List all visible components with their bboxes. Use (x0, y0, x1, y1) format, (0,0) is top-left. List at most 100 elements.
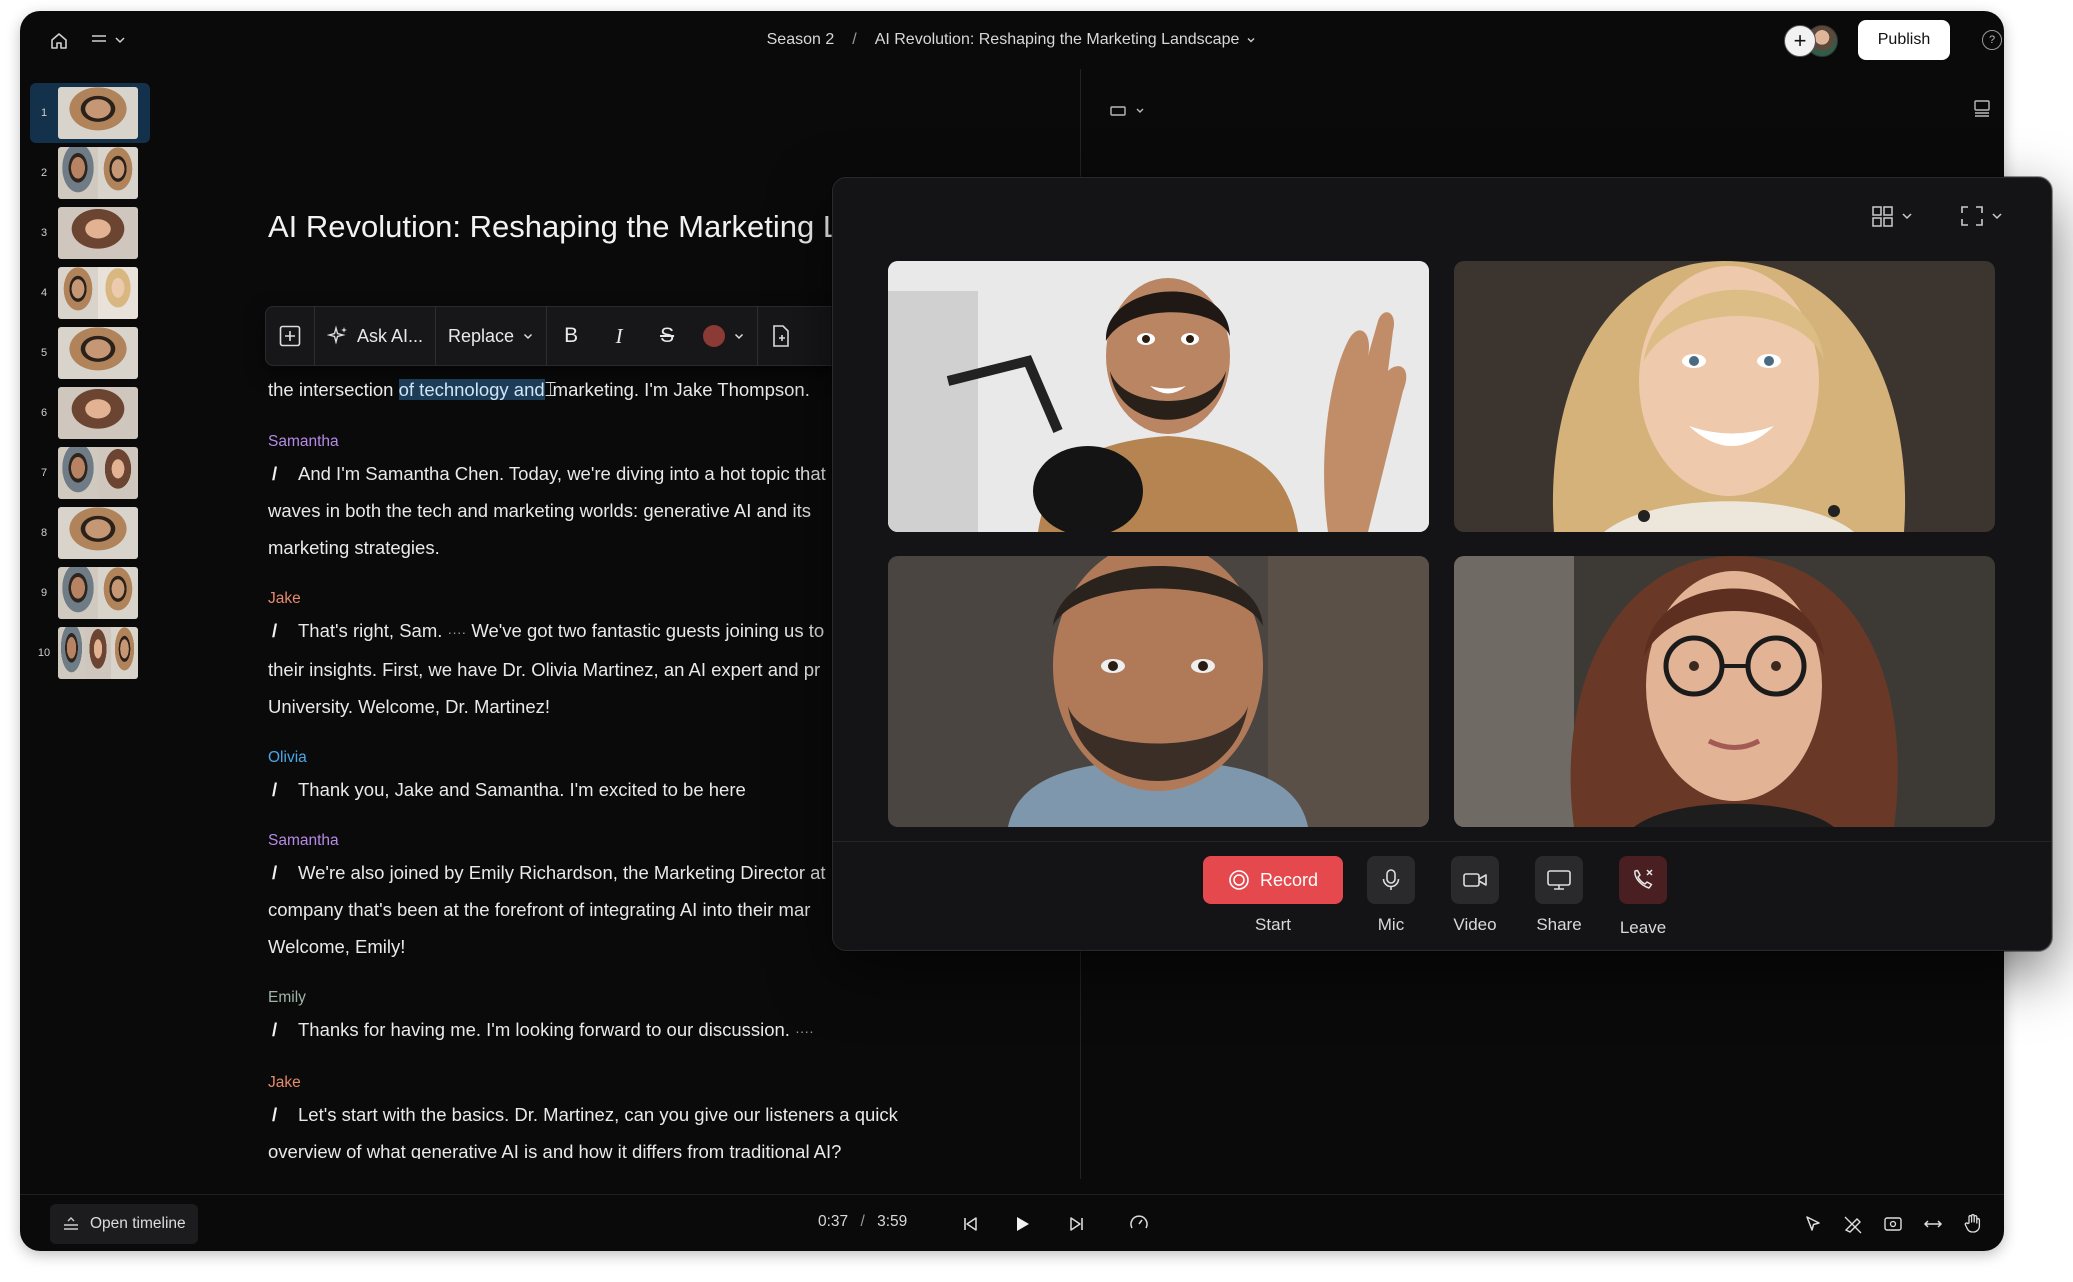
participant-video (1454, 261, 1995, 532)
slash-marker: / (272, 620, 278, 641)
transcript-line[interactable]: University. Welcome, Dr. Martinez! (268, 688, 850, 725)
transcript-text: We're also joined by Emily Richardson, t… (298, 862, 826, 883)
insert-block-button[interactable] (266, 307, 314, 365)
playback-speed-icon[interactable] (1126, 1211, 1152, 1237)
transcript-line[interactable]: / And I'm Samantha Chen. Today, we're div… (268, 455, 850, 492)
participant-video-tile[interactable] (1454, 556, 1995, 827)
slide-number: 10 (37, 647, 51, 659)
selected-text[interactable]: of technology and (398, 379, 545, 400)
transcript-line[interactable]: / Let's start with the basics. Dr. Martin… (268, 1096, 908, 1133)
stretch-tool-icon[interactable] (1920, 1211, 1946, 1237)
slide-thumb-3[interactable]: 3 (30, 203, 150, 263)
time-separator: / (860, 1213, 865, 1230)
layout-dropdown[interactable] (1108, 99, 1152, 123)
slide-number: 6 (40, 407, 48, 419)
phone-hangup-icon (1634, 869, 1653, 889)
speaker-label[interactable]: Jake (268, 590, 868, 608)
participant-video-tile[interactable] (888, 261, 1429, 532)
slide-thumb-2[interactable]: 2 (30, 143, 150, 203)
participant-video-tile[interactable] (1454, 261, 1995, 532)
slide-thumbnail (58, 327, 138, 379)
transcript-line[interactable]: the intersection of technology and⌶marke… (268, 371, 850, 409)
participant-video (888, 556, 1429, 827)
add-scene-button[interactable] (758, 307, 804, 365)
speaker-label[interactable]: Emily (268, 989, 868, 1007)
hand-tool-icon[interactable] (1960, 1210, 1986, 1236)
slide-thumb-9[interactable]: 9 (30, 563, 150, 623)
slide-thumb-1[interactable]: 1 (30, 83, 150, 143)
speaker-label[interactable]: Olivia (268, 749, 868, 767)
fullscreen-dropdown[interactable] (1959, 204, 2015, 228)
transcript-text: marketing. I'm Jake Thompson. (552, 379, 810, 400)
slide-thumbnail (58, 387, 138, 439)
slide-thumb-4[interactable]: 4 (30, 263, 150, 323)
slide-thumb-10[interactable]: 10 (30, 623, 150, 683)
skip-back-icon[interactable] (958, 1212, 982, 1236)
slide-thumbnail (58, 147, 138, 199)
transcript-line[interactable]: / We're also joined by Emily Richardson, … (268, 854, 850, 891)
playback-bar: Open timeline 0:37 / 3:59 (20, 1194, 2004, 1251)
slide-thumb-8[interactable]: 8 (30, 503, 150, 563)
transcript-line[interactable]: their insights. First, we have Dr. Olivi… (268, 651, 850, 688)
transcript[interactable]: the intersection of technology and⌶marke… (268, 371, 898, 1159)
speaker-label[interactable]: Samantha (268, 832, 868, 850)
slide-number: 8 (40, 527, 48, 539)
transcript-line[interactable]: waves in both the tech and marketing wor… (268, 492, 850, 529)
transcript-line[interactable]: / Thank you, Jake and Samantha. I'm excit… (268, 771, 850, 808)
skip-forward-icon[interactable] (1065, 1212, 1089, 1236)
grid-icon (1872, 206, 1912, 227)
italic-button[interactable]: I (595, 307, 643, 365)
transcript-line[interactable]: Welcome, Emily! (268, 928, 850, 965)
publish-button[interactable]: Publish (1858, 20, 1950, 60)
document-title[interactable]: AI Revolution: Reshaping the Marketing L… (268, 209, 848, 245)
slide-thumb-6[interactable]: 6 (30, 383, 150, 443)
erase-tool-icon[interactable] (1840, 1211, 1866, 1237)
slide-thumb-7[interactable]: 7 (30, 443, 150, 503)
video-call-window[interactable]: Record Start Mic Video Share Leave (832, 177, 2052, 951)
slide-thumbnail (58, 87, 138, 139)
collaborators[interactable]: + (1784, 25, 1844, 57)
mic-button[interactable] (1367, 856, 1415, 904)
speaker-label[interactable]: Jake (268, 1074, 868, 1092)
pause-marker-icon: ···· (447, 624, 467, 640)
transcript-line[interactable]: / Thanks for having me. I'm looking forwa… (268, 1011, 850, 1050)
play-icon[interactable] (1008, 1210, 1036, 1238)
slide-number: 3 (40, 227, 48, 239)
share-button[interactable] (1535, 856, 1583, 904)
plus-square-icon (279, 325, 301, 347)
transcript-line[interactable]: / That's right, Sam. ···· We've got two f… (268, 612, 850, 651)
panel-layout-icon[interactable] (1970, 96, 1994, 120)
breadcrumb-season[interactable]: Season 2 (767, 31, 835, 49)
transcript-text: And I'm Samantha Chen. Today, we're divi… (298, 463, 826, 484)
format-toolbar: Ask AI... Replace B I S (265, 306, 857, 366)
breadcrumb-separator: / (852, 31, 857, 48)
select-tool-icon[interactable] (1800, 1211, 1826, 1237)
strikethrough-button[interactable]: S (643, 307, 691, 365)
add-collaborator-icon[interactable]: + (1784, 25, 1816, 57)
slide-number: 4 (40, 287, 48, 299)
record-button[interactable]: Record (1203, 856, 1343, 904)
speaker-label[interactable]: Samantha (268, 433, 868, 451)
grid-view-dropdown[interactable] (1869, 204, 1925, 228)
replace-dropdown[interactable]: Replace (436, 307, 546, 365)
camera-icon (1463, 873, 1487, 887)
breadcrumb-title[interactable]: AI Revolution: Reshaping the Marketing L… (875, 31, 1258, 49)
video-button[interactable] (1451, 856, 1499, 904)
text-color-dropdown[interactable] (691, 307, 757, 365)
slide-number: 1 (40, 107, 48, 119)
slash-marker: / (272, 862, 278, 883)
transcript-line[interactable]: company that's been at the forefront of … (268, 891, 850, 928)
help-icon[interactable]: ? (1982, 30, 2002, 50)
top-bar: Season 2 / AI Revolution: Reshaping the … (20, 11, 2004, 69)
participant-video-tile[interactable] (888, 556, 1429, 827)
slide-thumb-5[interactable]: 5 (30, 323, 150, 383)
ask-ai-button[interactable]: Ask AI... (315, 307, 435, 365)
transcript-line[interactable]: overview of what generative AI is and ho… (268, 1133, 908, 1159)
open-timeline-button[interactable]: Open timeline (50, 1204, 198, 1244)
breadcrumb-title-text: AI Revolution: Reshaping the Marketing L… (874, 31, 1240, 48)
clip-tool-icon[interactable] (1880, 1211, 1906, 1237)
transcript-line[interactable]: marketing strategies. (268, 529, 850, 566)
chevron-down-icon (1247, 38, 1255, 43)
bold-button[interactable]: B (547, 307, 595, 365)
leave-button[interactable] (1619, 856, 1667, 904)
